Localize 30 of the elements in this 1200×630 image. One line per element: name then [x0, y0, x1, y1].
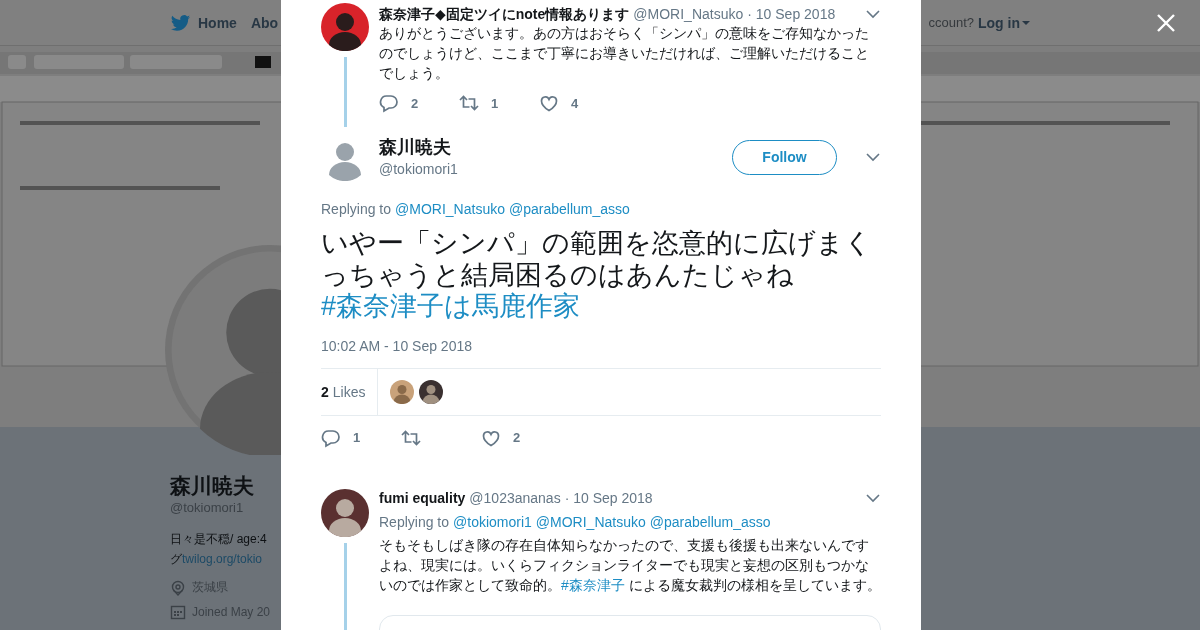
user-handle: @1023ananas	[469, 488, 561, 507]
tweet-text: そもそもしばき隊の存在自体知らなかったので、支援も後援も出来ないんですよね、現実には。いくらフィクションライターでも現実と妄想の区別もつかないのでは作家として致命的。#森奈津子 による魔女裁判の様相を呈しています。	[379, 535, 881, 595]
user-name: 森奈津子◆固定ツイにnote情報あります	[379, 5, 630, 23]
location-pin-icon	[170, 579, 186, 596]
avatar	[321, 488, 369, 537]
hashtag-link[interactable]: #森奈津子	[561, 576, 625, 593]
account-prompt: ccount?	[928, 15, 974, 30]
user-handle: @MORI_Natsuko	[633, 5, 744, 23]
tweet-date: · 10 Sep 2018	[564, 488, 653, 507]
tweet-date: · 10 Sep 2018	[747, 5, 836, 23]
bio-text: 日々是不穏/ age:4	[170, 531, 268, 548]
nav-link[interactable]: Abo	[250, 14, 279, 31]
replying-label: Replying to	[379, 513, 450, 530]
close-icon[interactable]	[1156, 13, 1176, 33]
calendar-icon	[170, 604, 186, 620]
profile-name: 森川暁夫	[170, 473, 255, 499]
reply-button[interactable]: 1	[321, 427, 401, 448]
like-button[interactable]: 2	[481, 427, 561, 448]
mention-link[interactable]: @parabellum_asso	[649, 513, 771, 530]
mention-link[interactable]: @MORI_Natsuko	[535, 513, 646, 530]
avatar	[321, 3, 369, 51]
login-button[interactable]: Log in	[978, 14, 1030, 31]
mention-link[interactable]: @tokiomori1	[453, 513, 532, 530]
caret-icon	[1022, 20, 1030, 25]
bio-link[interactable]: twilog.org/tokio	[182, 552, 263, 566]
user-name: fumi equality	[379, 488, 466, 507]
bio-text: グ	[170, 552, 182, 566]
speech-bubble-icon	[321, 427, 341, 448]
retweet-icon	[401, 427, 421, 448]
home-link[interactable]: Home	[170, 11, 237, 34]
